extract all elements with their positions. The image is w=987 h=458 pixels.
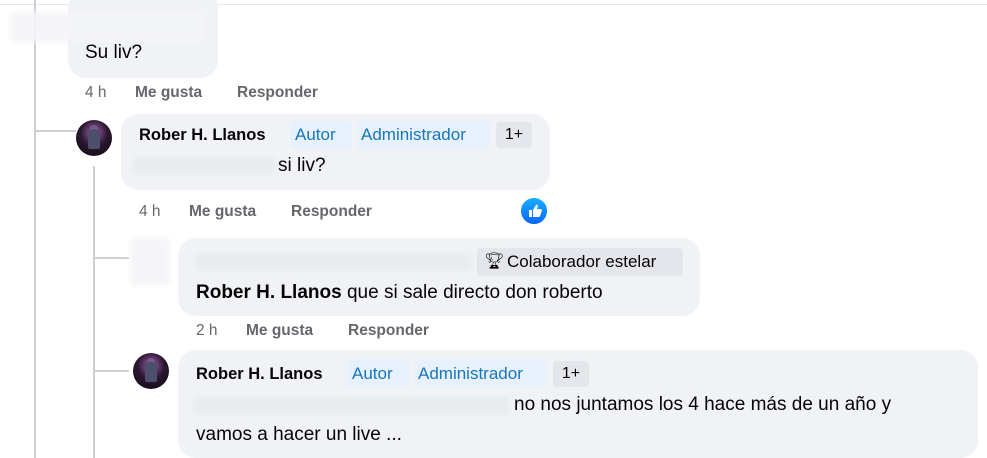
redacted-avatar bbox=[130, 238, 170, 286]
comment-text: no nos juntamos los 4 hace más de un año… bbox=[514, 394, 892, 415]
reply-button[interactable]: Responder bbox=[237, 84, 318, 102]
comment-text: vamos a hacer un live ... bbox=[196, 424, 402, 445]
top-contributor-label: Colaborador estelar bbox=[507, 252, 657, 271]
thread-line bbox=[34, 0, 36, 458]
thread-branch-nested-2 bbox=[93, 370, 129, 372]
comment-time[interactable]: 4 h bbox=[85, 84, 107, 102]
author-badge[interactable]: Autor bbox=[352, 364, 393, 384]
redacted-name bbox=[196, 253, 472, 271]
comment-text-line: Rober H. Llanos que si sale directo don … bbox=[196, 282, 603, 304]
comment-time[interactable]: 2 h bbox=[196, 322, 218, 340]
thumbs-up-icon bbox=[529, 204, 542, 217]
comment-author[interactable]: Rober H. Llanos bbox=[139, 126, 266, 145]
thread-line-nested bbox=[93, 166, 95, 458]
redacted-mention bbox=[193, 397, 509, 415]
more-badges[interactable]: 1+ bbox=[553, 361, 589, 387]
admin-badge[interactable]: Administrador bbox=[361, 125, 466, 145]
thread-branch bbox=[34, 130, 76, 132]
comment-text: que si sale directo don roberto bbox=[341, 282, 603, 303]
trophy-icon: 🏆︎ bbox=[484, 253, 505, 270]
comment-text: si liv? bbox=[278, 155, 326, 176]
like-button[interactable]: Me gusta bbox=[246, 322, 313, 340]
like-reaction-icon[interactable] bbox=[519, 196, 549, 226]
mention-link[interactable]: Rober H. Llanos bbox=[196, 282, 342, 303]
avatar[interactable] bbox=[76, 120, 112, 156]
redacted-name bbox=[10, 12, 206, 42]
redacted-mention bbox=[133, 157, 275, 175]
author-badge[interactable]: Autor bbox=[295, 125, 336, 145]
like-button[interactable]: Me gusta bbox=[189, 203, 256, 221]
comment-author[interactable]: Rober H. Llanos bbox=[196, 365, 323, 384]
top-contributor-badge[interactable]: 🏆︎ Colaborador estelar bbox=[477, 248, 683, 276]
reply-button[interactable]: Responder bbox=[348, 322, 429, 340]
comment-time[interactable]: 4 h bbox=[139, 203, 161, 221]
like-button[interactable]: Me gusta bbox=[135, 84, 202, 102]
more-badges[interactable]: 1+ bbox=[496, 122, 532, 148]
avatar[interactable] bbox=[133, 353, 169, 389]
thread-branch-nested bbox=[93, 257, 129, 259]
comment-text: Su liv? bbox=[85, 42, 143, 63]
admin-badge[interactable]: Administrador bbox=[418, 364, 523, 384]
reply-button[interactable]: Responder bbox=[291, 203, 372, 221]
